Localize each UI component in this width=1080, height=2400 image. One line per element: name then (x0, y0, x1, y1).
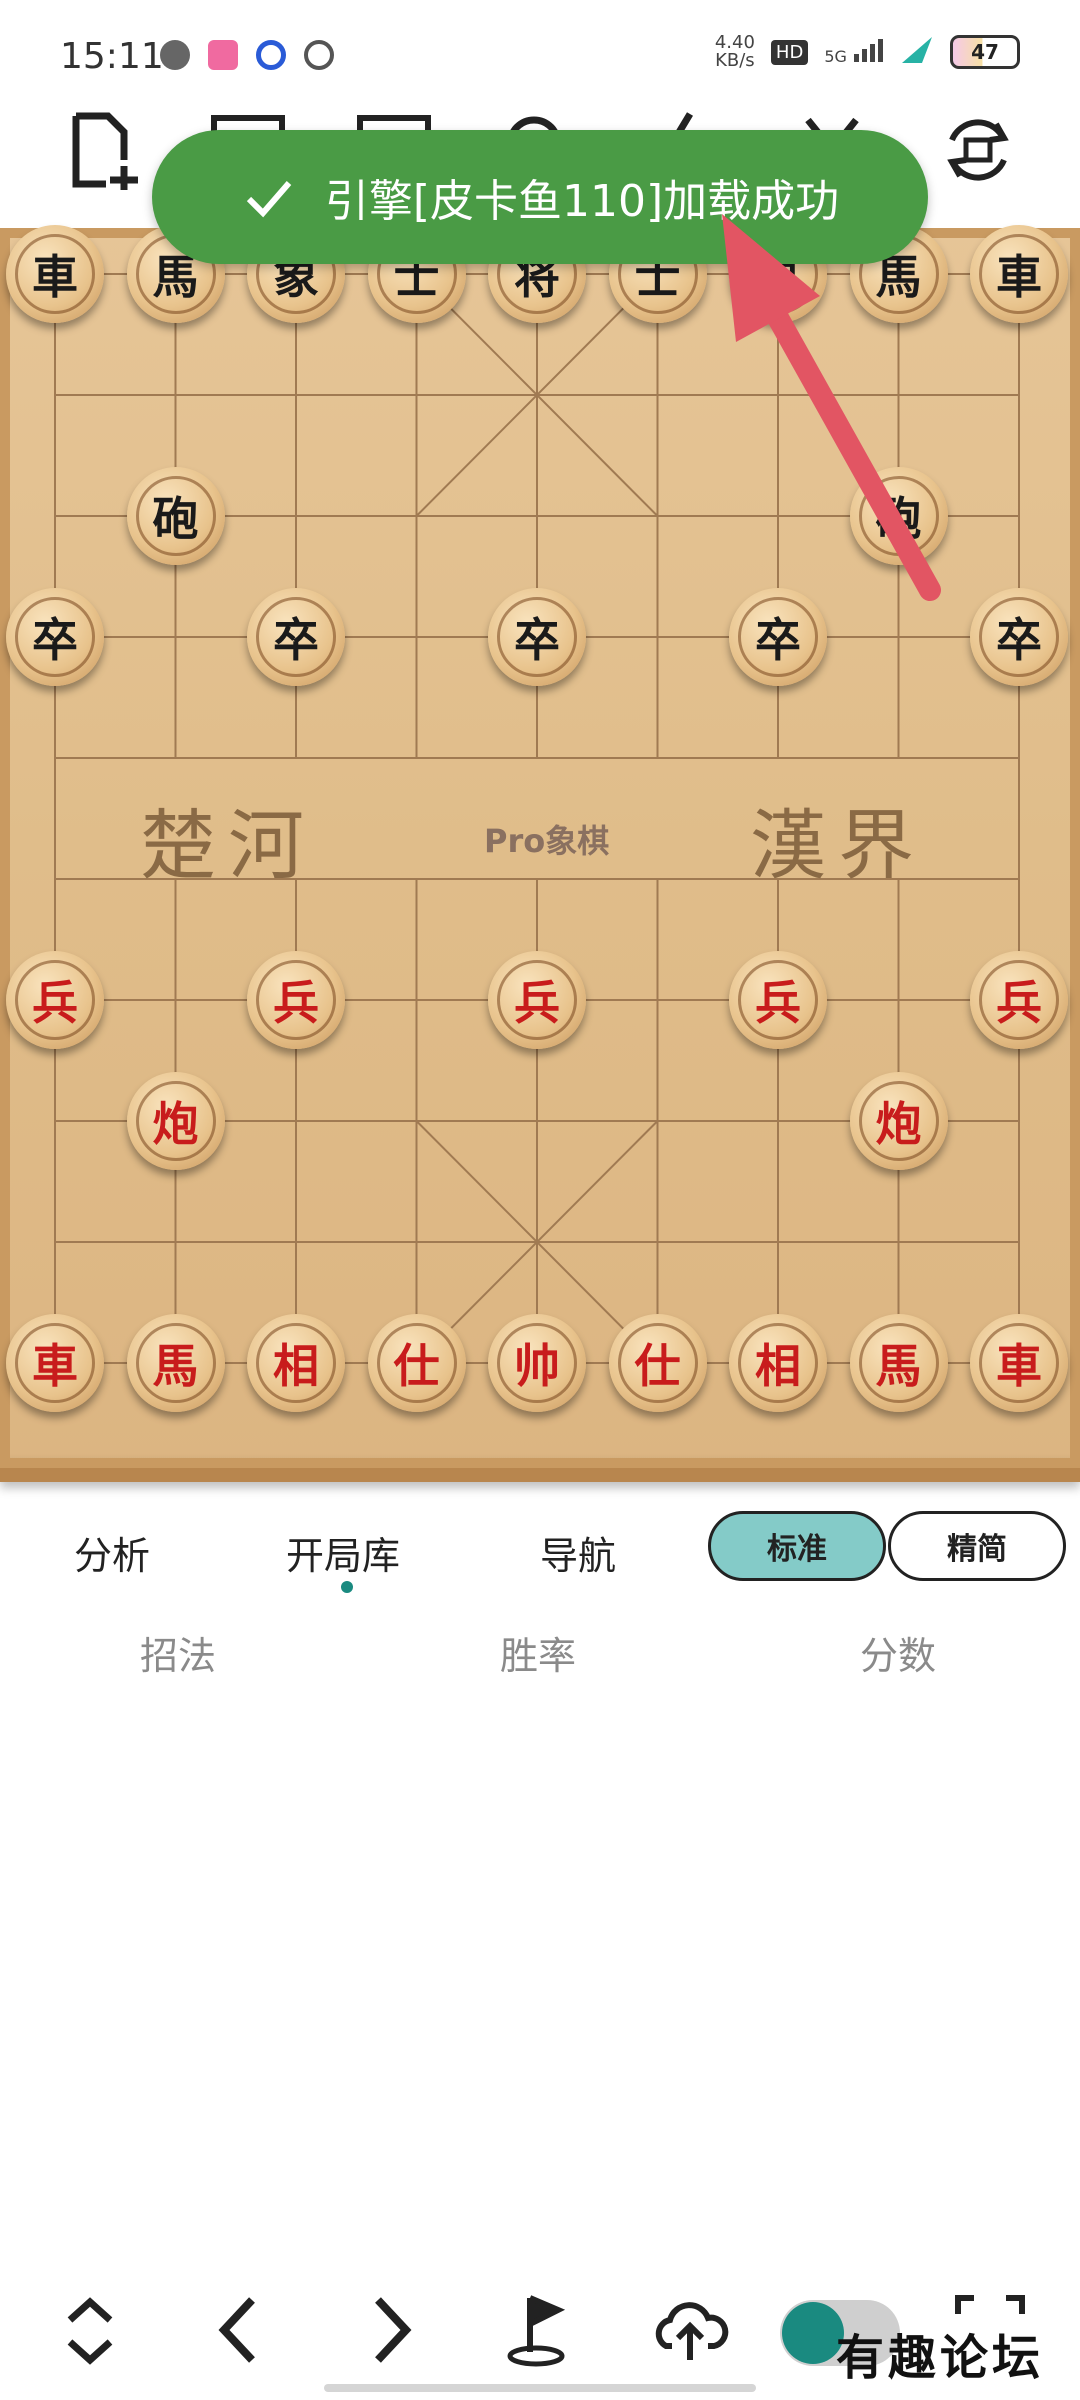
previous-move-icon[interactable] (200, 2290, 280, 2370)
red-piece[interactable]: 仕 (367, 1314, 466, 1412)
status-bar: 15:11 4.40 KB/s HD 5G 47 (0, 0, 1080, 110)
red-piece[interactable]: 兵 (488, 951, 586, 1049)
piece-label: 炮 (135, 1081, 216, 1161)
mode-standard-label: 标准 (767, 1532, 827, 1567)
red-piece[interactable]: 車 (970, 1314, 1068, 1412)
tab-navigation[interactable]: 导航 (540, 1525, 616, 1580)
red-piece[interactable]: 相 (729, 1314, 827, 1412)
mode-standard-button[interactable]: 标准 (708, 1511, 886, 1581)
check-icon (246, 181, 292, 218)
black-piece[interactable]: 砲 (126, 467, 225, 565)
black-piece[interactable]: 車 (6, 225, 104, 323)
piece-label: 帅 (497, 1323, 577, 1403)
red-piece[interactable]: 仕 (608, 1314, 707, 1412)
table-header: 招法 胜率 分数 (0, 1625, 1080, 1685)
red-piece[interactable]: 馬 (126, 1314, 225, 1412)
network-speed-unit: KB/s (715, 50, 755, 71)
piece-label: 車 (15, 234, 95, 314)
signal-icon: 5G (824, 38, 884, 66)
red-piece[interactable]: 兵 (6, 951, 104, 1049)
piece-label: 仕 (376, 1323, 457, 1403)
red-piece[interactable]: 馬 (849, 1314, 948, 1412)
new-game-icon[interactable] (62, 110, 142, 190)
tab-opening-book[interactable]: 开局库 (286, 1525, 400, 1580)
black-piece[interactable]: 砲 (849, 467, 948, 565)
black-piece[interactable]: 卒 (6, 588, 104, 686)
black-piece[interactable]: 車 (970, 225, 1068, 323)
notification-icons (160, 40, 334, 70)
piece-label: 卒 (979, 597, 1059, 677)
red-piece[interactable]: 兵 (729, 951, 827, 1049)
piece-label: 馬 (858, 1323, 939, 1403)
black-piece[interactable]: 卒 (970, 588, 1068, 686)
status-time: 15:11 (60, 36, 164, 77)
board-brand: Pro象棋 (484, 822, 610, 860)
engine-loaded-toast: 引擎[皮卡鱼110]加载成功 (152, 130, 928, 264)
red-piece[interactable]: 車 (6, 1314, 104, 1412)
piece-label: 兵 (738, 960, 818, 1040)
next-move-icon[interactable] (350, 2290, 430, 2370)
link-icon (304, 40, 334, 70)
toast-message: 引擎[皮卡鱼110]加载成功 (324, 176, 840, 227)
network-speed: 4.40 KB/s (715, 34, 755, 70)
home-indicator[interactable] (324, 2384, 756, 2392)
piece-label: 馬 (135, 1323, 216, 1403)
piece-label: 砲 (858, 476, 939, 556)
message-icon (160, 40, 190, 70)
piece-label: 兵 (979, 960, 1059, 1040)
piece-label: 炮 (858, 1081, 939, 1161)
piece-label: 卒 (738, 597, 818, 677)
column-move: 招法 (140, 1634, 217, 1678)
piece-label: 兵 (497, 960, 577, 1040)
mode-simple-button[interactable]: 精简 (888, 1511, 1066, 1581)
piece-label: 卒 (256, 597, 336, 677)
signal-label: 5G (824, 47, 847, 66)
active-tab-indicator (341, 1581, 353, 1593)
black-piece[interactable]: 卒 (729, 588, 827, 686)
piece-label: 卒 (497, 597, 577, 677)
flag-icon[interactable] (500, 2290, 580, 2370)
chess-board[interactable]: 楚河 Pro象棋 漢界 車馬象士将士象馬車砲砲卒卒卒卒卒兵兵兵兵兵炮炮車馬相仕帅… (0, 225, 1080, 1482)
red-piece[interactable]: 帅 (488, 1314, 586, 1412)
battery-indicator: 47 (950, 35, 1020, 69)
red-piece[interactable]: 兵 (970, 951, 1068, 1049)
piece-label: 車 (15, 1323, 95, 1403)
piece-label: 卒 (15, 597, 95, 677)
charging-icon (900, 35, 934, 69)
app-notification-icon (208, 40, 238, 70)
black-piece[interactable]: 卒 (488, 588, 586, 686)
red-piece[interactable]: 兵 (247, 951, 345, 1049)
black-piece[interactable]: 卒 (247, 588, 345, 686)
piece-label: 兵 (15, 960, 95, 1040)
piece-label: 車 (979, 1323, 1059, 1403)
flip-board-icon[interactable] (938, 110, 1018, 190)
cloud-upload-icon[interactable] (650, 2290, 730, 2370)
column-score: 分数 (860, 1634, 937, 1678)
red-piece[interactable]: 相 (247, 1314, 345, 1412)
river-text-left: 楚河 (140, 801, 316, 890)
column-win-rate: 胜率 (500, 1634, 577, 1678)
piece-label: 仕 (617, 1323, 698, 1403)
piece-label: 兵 (256, 960, 336, 1040)
piece-label: 車 (979, 234, 1059, 314)
hd-icon: HD (770, 39, 809, 65)
red-piece[interactable]: 炮 (849, 1072, 948, 1170)
expand-collapse-icon[interactable] (50, 2290, 130, 2370)
red-piece[interactable]: 炮 (126, 1072, 225, 1170)
tab-analysis[interactable]: 分析 (74, 1525, 150, 1580)
river-text-right: 漢界 (750, 801, 926, 890)
forum-watermark: 有趣论坛 (836, 2330, 1045, 2386)
piece-label: 相 (256, 1323, 336, 1403)
analysis-tabs: 分析 开局库 导航 标准 精简 (0, 1505, 1080, 1593)
piece-label: 相 (738, 1323, 818, 1403)
piece-label: 砲 (135, 476, 216, 556)
toggle-knob (782, 2302, 844, 2364)
mode-simple-label: 精简 (947, 1532, 1007, 1567)
ring-icon (256, 40, 286, 70)
